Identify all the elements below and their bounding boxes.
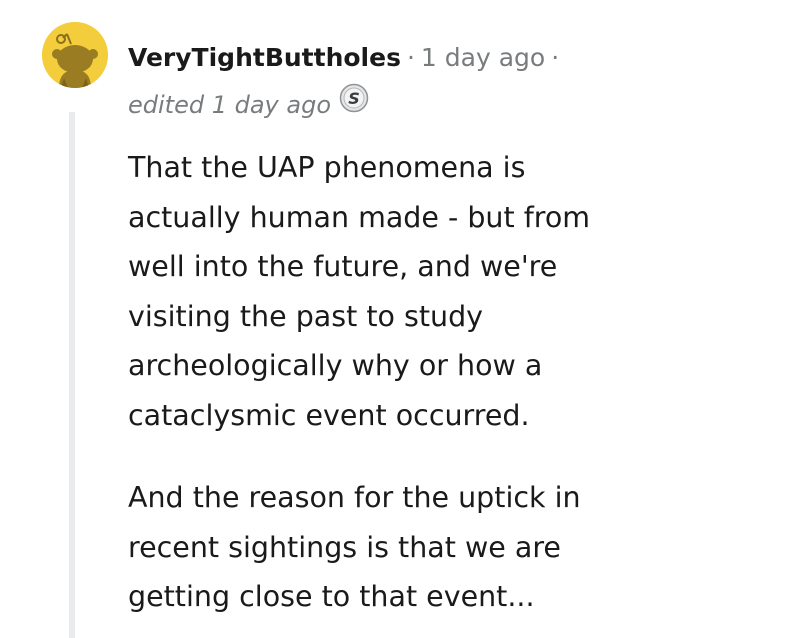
svg-text:S: S [348,89,360,108]
comment-paragraph: And the reason for the uptick in recent … [128,481,581,613]
comment-body: That the UAP phenomena is actually human… [128,143,688,622]
timestamp[interactable]: 1 day ago [421,43,545,72]
avatar[interactable] [42,22,108,88]
comment-header: VeryTightButtholes · 1 day ago · [128,40,565,76]
edited-row: edited 1 day ago S [128,83,369,126]
snoo-avatar-icon [42,22,108,88]
edited-label: edited 1 day ago [128,91,332,119]
meta-separator-trailing: · [551,43,560,72]
silver-award-icon[interactable]: S [339,83,369,123]
comment-paragraph: That the UAP phenomena is actually human… [128,151,591,432]
username-link[interactable]: VeryTightButtholes [128,43,401,72]
meta-separator: · [406,43,415,72]
thread-collapse-line[interactable] [69,112,75,638]
